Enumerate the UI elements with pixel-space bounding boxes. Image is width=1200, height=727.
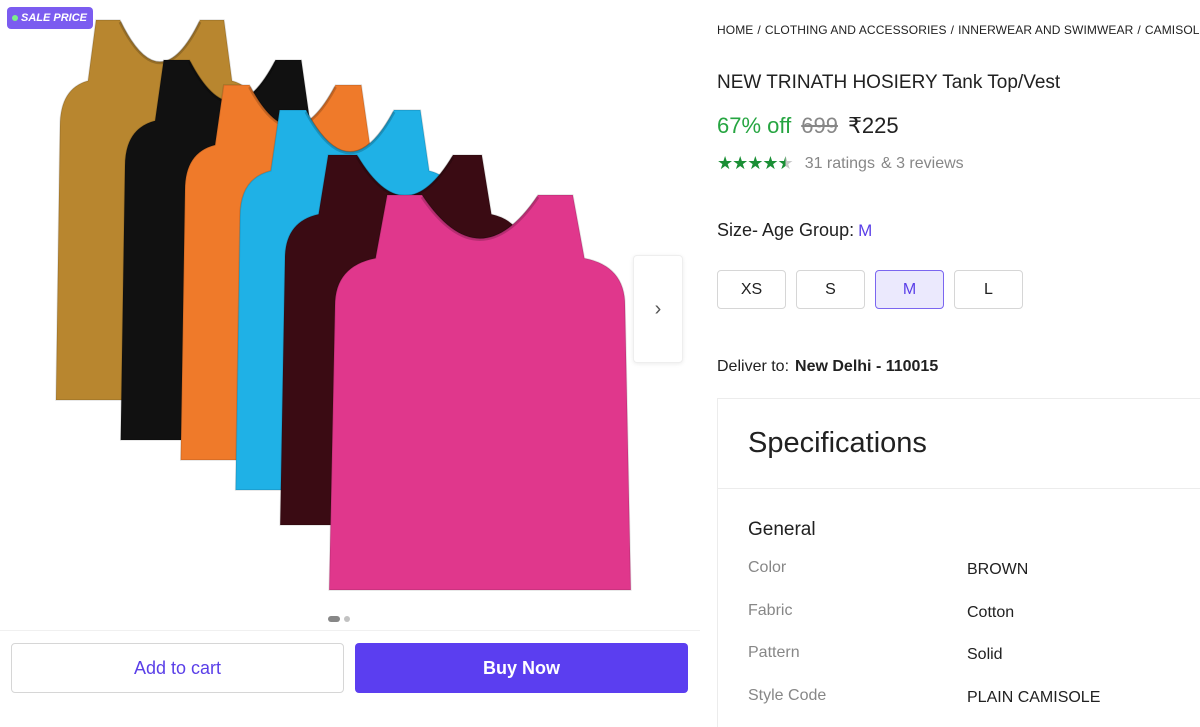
buy-now-button[interactable]: Buy Now [355,643,688,693]
product-title: NEW TRINATH HOSIERY Tank Top/Vest [717,72,1061,93]
pagination-dot[interactable] [344,616,350,622]
spec-key: Style Code [748,686,827,704]
rating-summary[interactable]: ★★★★★ 31 ratings & 3 reviews [717,153,964,174]
product-gallery: SALE PRICE › Add to cart Buy Now [0,0,700,727]
delivery-address: New Delhi - 110015 [795,358,939,375]
breadcrumb-innerwear[interactable]: INNERWEAR AND SWIMWEAR [958,23,1133,37]
spec-row-pattern: Pattern Solid [748,644,1188,687]
size-label-text: Size- Age Group: [717,220,855,240]
delivery-location[interactable]: Deliver to: New Delhi - 110015 [717,358,938,376]
specifications-panel: Specifications General Color BROWN Fabri… [717,398,1200,727]
size-option-s[interactable]: S [796,270,865,309]
divider [718,488,1200,489]
breadcrumb: HOME / CLOTHING AND ACCESSORIES / INNERWEAR … [717,23,1200,37]
spec-value: Cotton [967,603,1015,621]
specifications-title: Specifications [748,427,927,459]
product-image[interactable] [20,10,640,610]
breadcrumb-separator: / [1137,23,1141,37]
spec-row-style-code: Style Code PLAIN CAMISOLE [748,687,1188,727]
specifications-table: Color BROWN Fabric Cotton Pattern Solid … [748,559,1188,727]
star-rating-icon: ★★★★★ [717,153,794,173]
spec-key: Fabric [748,601,793,619]
image-pagination-dots [328,616,350,622]
sale-badge-label: SALE PRICE [21,12,88,24]
spec-row-color: Color BROWN [748,559,1188,602]
size-label: Size- Age Group: M [717,220,872,241]
ratings-count: 31 ratings [804,154,875,172]
spec-row-fabric: Fabric Cotton [748,602,1188,645]
specifications-section-general: General [748,519,816,540]
product-details: HOME / CLOTHING AND ACCESSORIES / INNERWEAR … [717,0,1200,727]
spec-value: PLAIN CAMISOLE [967,688,1101,706]
next-image-button[interactable]: › [633,255,683,363]
add-to-cart-button[interactable]: Add to cart [11,643,344,693]
price-row: 67% off 699 ₹225 [717,113,899,139]
sale-price-badge: SALE PRICE [7,7,94,29]
discount-percent: 67% off [717,113,792,138]
size-option-m[interactable]: M [875,270,944,309]
sale-price: ₹225 [847,113,899,138]
chevron-right-icon: › [654,297,662,320]
badge-dot-icon [12,15,18,21]
spec-value: Solid [967,646,1003,663]
spec-key: Color [748,559,787,576]
spec-key: Pattern [748,644,800,661]
breadcrumb-home[interactable]: HOME [717,23,753,37]
pagination-dot-active[interactable] [328,616,340,622]
selected-size: M [858,221,873,240]
size-option-xs[interactable]: XS [717,270,786,309]
size-option-l[interactable]: L [954,270,1023,309]
breadcrumb-separator: / [757,23,761,37]
breadcrumb-separator: / [950,23,955,37]
reviews-count: & 3 reviews [880,154,964,172]
deliver-to-label: Deliver to: [717,358,790,375]
cta-bar: Add to cart Buy Now [0,630,700,702]
breadcrumb-clothing[interactable]: CLOTHING AND ACCESSORIES [765,23,947,37]
original-price: 699 [801,113,838,138]
size-options: XS S M L [717,270,1023,309]
breadcrumb-camisole[interactable]: CAMISOLE [1145,23,1200,37]
spec-value: BROWN [967,561,1029,578]
